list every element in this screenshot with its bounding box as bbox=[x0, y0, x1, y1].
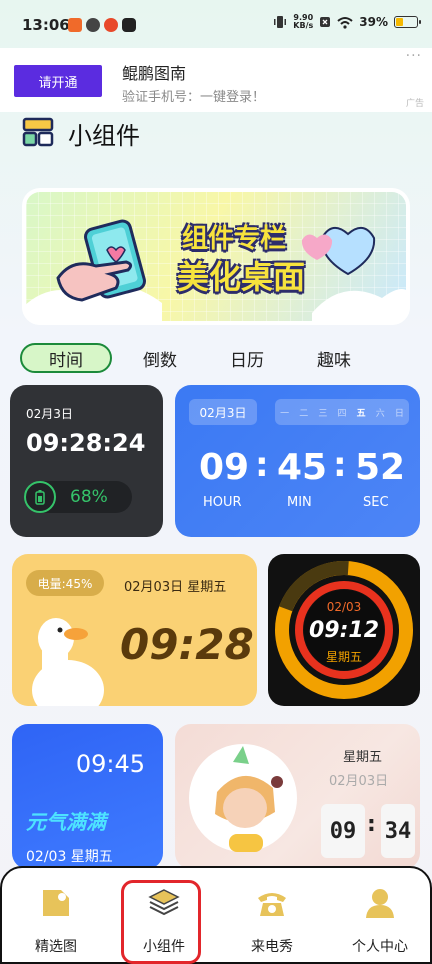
hour-label: HOUR bbox=[203, 495, 242, 510]
nav-call-show-label: 来电秀 bbox=[251, 939, 293, 955]
nav-gallery[interactable]: 精选图 bbox=[2, 868, 110, 964]
ad-open-button[interactable]: 请开通 bbox=[14, 65, 102, 97]
widget-date: 02/03 bbox=[326, 600, 362, 614]
ad-tag: 广告 bbox=[405, 99, 424, 109]
notification-app-icon bbox=[86, 18, 100, 32]
widget-date: 02月03日 bbox=[329, 774, 389, 789]
phone-icon bbox=[258, 893, 286, 916]
widget-date: 02/03 星期五 bbox=[26, 849, 113, 865]
battery-icon bbox=[394, 16, 421, 28]
girl-avatar-illustration bbox=[189, 744, 297, 852]
ad-title: 鲲鹏图南 bbox=[122, 64, 187, 83]
net-speed: 9.90 KB/s bbox=[293, 14, 313, 30]
widget-duck-clock[interactable]: 电量:45% 02月03日 星期五 09:28 bbox=[12, 554, 257, 706]
widget-grid-icon bbox=[22, 117, 54, 147]
ad-more-button[interactable]: ··· bbox=[406, 48, 422, 64]
nav-call-show[interactable]: 来电秀 bbox=[218, 868, 326, 964]
widget-date: 02月3日 bbox=[189, 399, 257, 425]
weekday-item: 一 bbox=[280, 408, 290, 419]
net-speed-unit: KB/s bbox=[293, 21, 314, 30]
widget-time: 09:28 bbox=[120, 620, 254, 669]
clock-minute: 45 bbox=[277, 447, 328, 488]
tab-countdown[interactable]: 倒数 bbox=[128, 343, 192, 373]
battery-fill bbox=[396, 18, 404, 26]
tab-calendar[interactable]: 日历 bbox=[215, 343, 279, 373]
widget-energy-clock[interactable]: 09:45 元气满满 02/03 星期五 bbox=[12, 724, 163, 869]
nav-active-highlight bbox=[121, 880, 201, 964]
widget-date: 02月3日 bbox=[26, 407, 73, 421]
hero-line1: 组件专栏 bbox=[182, 224, 287, 254]
heart-balloon-decoration bbox=[301, 227, 376, 276]
battery-percent: 68% bbox=[70, 487, 108, 507]
wifi-icon bbox=[337, 16, 353, 29]
weekday-item: 二 bbox=[299, 408, 309, 419]
widget-time: 09:12 bbox=[308, 618, 380, 643]
widget-time: 09:45 bbox=[75, 750, 145, 778]
widget-girl-clock[interactable]: 星期五 02月03日 09 : 34 bbox=[175, 724, 420, 869]
user-icon bbox=[366, 889, 394, 918]
status-right-icons: 9.90 KB/s 39% bbox=[273, 14, 421, 30]
notification-app-icon bbox=[122, 18, 136, 32]
page-title: 小组件 bbox=[68, 122, 140, 150]
hero-line2: 美化桌面 bbox=[177, 258, 306, 296]
phone-hand-illustration bbox=[56, 219, 146, 302]
widget-blue-clock[interactable]: 02月3日 一二三四五六日 09 : 45 : 52 HOUR MIN SEC bbox=[175, 385, 420, 537]
vibrate-icon bbox=[274, 16, 287, 28]
min-label: MIN bbox=[287, 495, 312, 510]
sec-label: SEC bbox=[363, 495, 389, 510]
notification-app-icon bbox=[68, 18, 82, 32]
weekday-item: 五 bbox=[356, 408, 366, 419]
gallery-icon bbox=[43, 890, 69, 916]
ad-subtitle: 验证手机号：一键登录！ bbox=[122, 90, 266, 105]
battery-badge: 电量:45% bbox=[26, 570, 104, 596]
hero-banner[interactable]: 组件专栏 美化桌面 bbox=[22, 188, 410, 325]
weekday-item: 六 bbox=[375, 408, 385, 419]
widget-date: 02月03日 星期五 bbox=[124, 580, 227, 595]
tab-time[interactable]: 时间 bbox=[20, 343, 112, 373]
clock-separator: : bbox=[333, 445, 347, 485]
widget-time: 09:28:24 bbox=[26, 429, 146, 457]
clock-separator: : bbox=[255, 445, 269, 485]
weibo-icon bbox=[104, 18, 118, 32]
weekday-item: 三 bbox=[318, 408, 328, 419]
flip-hour: 09 bbox=[321, 804, 365, 858]
nav-profile-label: 个人中心 bbox=[352, 939, 408, 955]
weekday-item: 日 bbox=[394, 408, 404, 419]
widget-ring-clock[interactable]: 02/03 09:12 星期五 bbox=[268, 554, 420, 706]
battery-icon bbox=[24, 481, 56, 513]
tab-fun[interactable]: 趣味 bbox=[302, 343, 366, 373]
widget-slogan: 元气满满 bbox=[26, 810, 106, 834]
nav-gallery-label: 精选图 bbox=[35, 939, 77, 955]
widget-dark-clock[interactable]: 02月3日 09:28:24 68% bbox=[10, 385, 163, 537]
status-time: 13:06 bbox=[22, 16, 70, 34]
clock-hour: 09 bbox=[199, 447, 250, 488]
widget-weekday: 星期五 bbox=[343, 750, 383, 765]
weekday-item: 四 bbox=[337, 408, 347, 419]
clock-second: 52 bbox=[355, 447, 406, 488]
weekday-bar: 一二三四五六日 bbox=[275, 399, 409, 425]
no-sim-icon bbox=[320, 17, 331, 27]
status-bar: 13:06 9.90 KB/s 39% bbox=[0, 0, 432, 48]
duck-illustration bbox=[32, 618, 104, 706]
ad-banner[interactable]: 请开通 鲲鹏图南 验证手机号：一键登录！ ··· 广告 bbox=[0, 48, 432, 112]
flip-minute: 34 bbox=[381, 804, 415, 858]
bottom-nav: 精选图 小组件 来电秀 个人中心 bbox=[0, 866, 432, 964]
battery-percent: 39% bbox=[359, 15, 388, 29]
widget-weekday: 星期五 bbox=[325, 650, 362, 664]
flip-separator: : bbox=[367, 812, 376, 837]
nav-profile[interactable]: 个人中心 bbox=[326, 868, 432, 964]
